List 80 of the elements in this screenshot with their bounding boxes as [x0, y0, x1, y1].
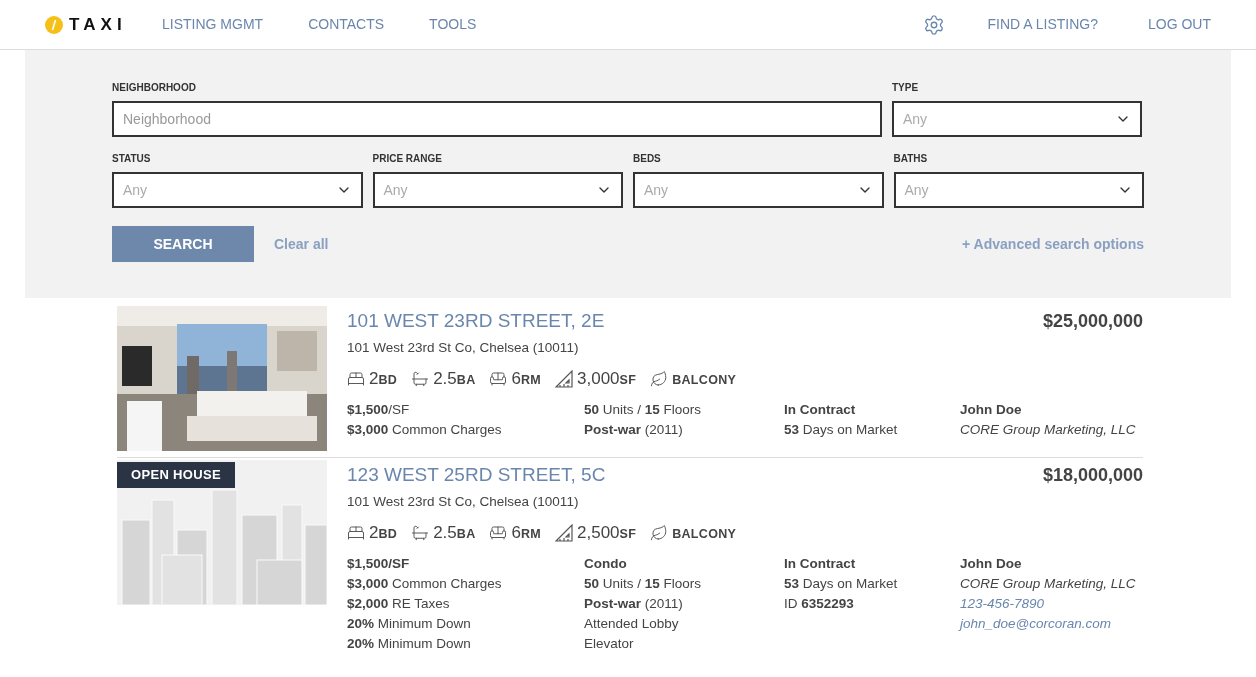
detail-text: In Contract [784, 554, 857, 573]
detail-text: $1,500/SF [347, 554, 411, 573]
select-placeholder: Any [123, 180, 148, 200]
neighborhood-input[interactable]: Neighborhood [112, 101, 882, 137]
detail-text: CORE Group Marketing, LLC [960, 420, 1137, 439]
nav-link[interactable]: FIND A LISTING? [987, 14, 1098, 35]
logo-text[interactable]: TAXI [69, 11, 127, 38]
stat-text: 2.5BA [433, 522, 476, 544]
detail-text: In Contract [784, 400, 857, 419]
contact-link[interactable]: john_doe@corcoran.com [960, 613, 1143, 634]
nav-link[interactable]: TOOLS [429, 14, 477, 35]
clear-all-link[interactable]: Clear all [274, 233, 329, 255]
sofa-icon [489, 523, 508, 542]
stat-text: 2.5BA [433, 368, 476, 390]
detail-text: John Doe [960, 400, 1023, 419]
leaf-icon [650, 523, 669, 542]
nav-link[interactable]: CONTACTS [308, 14, 385, 35]
settings-icon[interactable] [922, 13, 945, 36]
detail-text: $3,000 Common Charges [347, 574, 503, 593]
leaf-icon [650, 369, 669, 388]
stat-text: BALCONY [672, 371, 737, 389]
select-placeholder: Any [903, 109, 928, 129]
select-field[interactable]: Any [112, 172, 363, 208]
field-label: NEIGHBORHOOD [112, 81, 197, 95]
bathtub-icon [411, 369, 430, 388]
detail-text: Elevator [584, 634, 635, 653]
stat-text: BALCONY [672, 525, 737, 543]
contact-link[interactable]: 123-456-7890 [960, 593, 1143, 614]
open-house-badge: OPEN HOUSE [117, 462, 235, 488]
field-label: STATUS [112, 152, 152, 166]
detail-text: 53 Days on Market [784, 420, 899, 439]
detail-text: John Doe [960, 554, 1023, 573]
detail-text: 20% Minimum Down [347, 614, 472, 633]
detail-text: $2,000 RE Taxes [347, 594, 451, 613]
detail-text: Post-war (2011) [584, 594, 684, 613]
nav-link[interactable]: LISTING MGMT [162, 14, 264, 35]
stat-text: 2BD [369, 522, 398, 544]
bed-icon [347, 523, 365, 542]
detail-text: 20% Minimum Down [347, 634, 472, 653]
detail-text: Post-war (2011) [584, 420, 684, 439]
listing-title[interactable]: 101 WEST 23RD STREET, 2E [347, 306, 605, 336]
select-placeholder: Any [644, 180, 669, 200]
detail-text: CORE Group Marketing, LLC [960, 574, 1137, 593]
ruler-triangle-icon [555, 369, 574, 388]
bathtub-icon [411, 523, 430, 542]
listing-address: 101 West 23rd St Co, Chelsea (10011) [347, 339, 580, 357]
sofa-icon [489, 369, 508, 388]
ruler-triangle-icon [555, 523, 574, 542]
detail-text: $3,000 Common Charges [347, 420, 503, 439]
field-label: BEDS [633, 152, 662, 166]
select-field[interactable]: Any [893, 172, 1144, 208]
advanced-search-link[interactable]: + Advanced search options [962, 233, 1144, 255]
detail-text: 50 Units / 15 Floors [584, 574, 703, 593]
bed-icon [347, 369, 365, 388]
field-label: TYPE [892, 81, 920, 95]
stat-text: 3,000SF [577, 368, 637, 390]
listing-address: 101 West 23rd St Co, Chelsea (10011) [347, 493, 580, 511]
stat-text: 6RM [511, 368, 542, 390]
select-field[interactable]: Any [892, 101, 1142, 137]
detail-text: Attended Lobby [584, 614, 680, 633]
select-field[interactable]: Any [633, 172, 884, 208]
nav-link[interactable]: LOG OUT [1148, 14, 1211, 35]
stat-text: 2BD [369, 368, 398, 390]
stat-text: 2,500SF [577, 522, 637, 544]
detail-text: 53 Days on Market [784, 574, 899, 593]
detail-text: ID 6352293 [784, 594, 855, 613]
search-button[interactable]: SEARCH [112, 226, 254, 262]
detail-text: $1,500/SF [347, 400, 411, 419]
select-field[interactable]: Any [372, 172, 623, 208]
stat-text: 6RM [511, 522, 542, 544]
detail-text: Condo [584, 554, 628, 573]
detail-text: 50 Units / 15 Floors [584, 400, 703, 419]
listing-price: $25,000,000 [1042, 310, 1143, 333]
listing-price: $18,000,000 [1042, 464, 1143, 487]
logo-icon [45, 15, 63, 34]
field-label: BATHS [893, 152, 929, 166]
field-label: PRICE RANGE [372, 152, 443, 166]
listing-title[interactable]: 123 WEST 25RD STREET, 5C [347, 460, 606, 490]
select-placeholder: Any [904, 180, 929, 200]
select-placeholder: Any [383, 180, 408, 200]
